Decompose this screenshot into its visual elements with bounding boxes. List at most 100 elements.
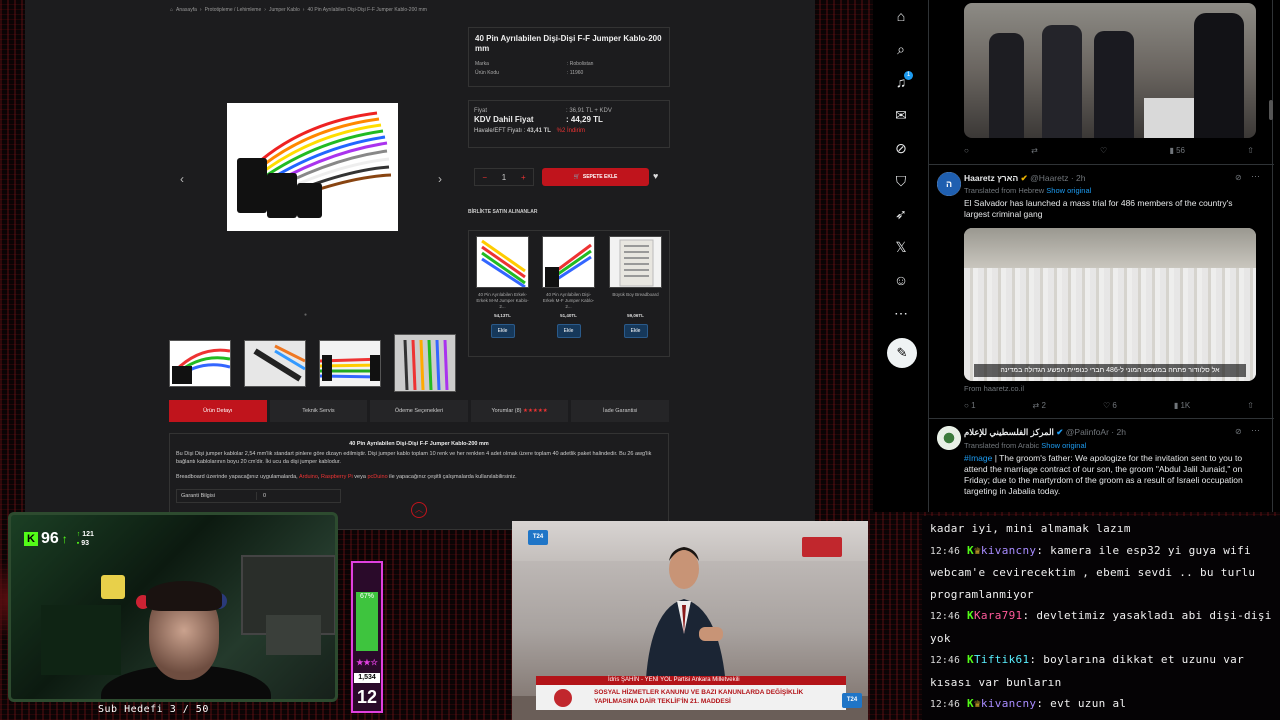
add-to-cart-button[interactable]: 🛒 SEPETE EKLE — [542, 168, 649, 186]
profile-icon[interactable]: ☺ — [887, 272, 915, 290]
chat-username[interactable]: kivancny — [981, 544, 1036, 557]
meter-level: 12 — [356, 687, 378, 707]
like-icon[interactable]: ♡ 6 — [1103, 401, 1117, 410]
bell-icon[interactable]: ♫ 1 — [887, 71, 915, 92]
kdv-label: KDV Dahil Fiyat — [474, 115, 534, 124]
qty-plus-button[interactable]: + — [521, 173, 526, 182]
brand-value[interactable]: : Robolistan — [567, 61, 593, 67]
scrollbar[interactable] — [1269, 100, 1273, 120]
rocket-icon[interactable]: ➶ — [887, 206, 915, 224]
breadcrumb-item[interactable]: Jumper Kablo — [269, 7, 300, 13]
bundle-image[interactable] — [476, 236, 529, 288]
qty-minus-button[interactable]: − — [482, 173, 487, 182]
tab-reviews-label: Yorumlar (8) — [491, 408, 522, 414]
bundle-price: 54,13TL — [494, 313, 511, 318]
thumbnail[interactable] — [169, 340, 231, 387]
chat-username[interactable]: Tiftik61 — [974, 653, 1029, 666]
share-icon[interactable]: ⇧ — [1247, 146, 1254, 155]
tab-payment-options[interactable]: Ödeme Seçenekleri — [370, 400, 468, 422]
message-icon[interactable]: ✉ — [887, 107, 915, 125]
bundle-image[interactable] — [609, 236, 662, 288]
compose-icon[interactable]: ✎ — [887, 338, 917, 368]
bundle-name[interactable]: Büyük Boy Breadboard — [609, 292, 662, 298]
bundle-add-button[interactable]: Ekle — [556, 324, 581, 338]
repost-icon[interactable]: ⇄ 2 — [1033, 401, 1046, 410]
tweet-photo[interactable] — [964, 3, 1256, 138]
bundle-price: 51,40TL — [560, 313, 577, 318]
bundle-add-button[interactable]: Ekle — [490, 324, 515, 338]
bundle-image[interactable] — [542, 236, 595, 288]
thumbnail[interactable] — [319, 340, 381, 387]
thumbnail[interactable] — [394, 334, 456, 392]
author-name[interactable]: Haaretz הארץ — [964, 173, 1018, 183]
grok-icon[interactable]: ⊘ — [887, 140, 915, 158]
product-image[interactable] — [227, 103, 398, 231]
home-icon[interactable]: ⌂ — [887, 8, 915, 26]
chevron-left-icon[interactable]: ‹ — [180, 172, 184, 186]
more-icon[interactable]: ⋯ — [1251, 425, 1260, 436]
chat-time: 12:46 — [930, 611, 961, 622]
show-original-link[interactable]: Show original — [1041, 441, 1086, 450]
link-raspberry-pi[interactable]: Raspberry Pi — [321, 474, 353, 480]
tweet-author[interactable]: المركز الفلسطيني للإعلام ✔ @PalinfoAr · … — [964, 427, 1126, 438]
scroll-top-button[interactable]: ︿ — [411, 502, 427, 518]
more-icon[interactable]: ⋯ — [1251, 171, 1260, 182]
tab-technical-service[interactable]: Teknik Servis — [269, 400, 368, 422]
show-original-link[interactable]: Show original — [1046, 186, 1091, 195]
reply-icon[interactable]: ○ 1 — [964, 401, 976, 410]
qty-value[interactable]: 1 — [502, 173, 506, 182]
reply-icon[interactable]: ○ — [964, 146, 969, 155]
tweet-photo[interactable]: אל סלוודור פתחה במשפט המוני ל-486 חברי כ… — [964, 228, 1256, 381]
tab-return-guarantee[interactable]: İade Garantisi — [571, 400, 669, 422]
x-icon[interactable]: 𝕏 — [887, 239, 915, 257]
hashtag-link[interactable]: #Image — [964, 453, 992, 463]
quantity-stepper: − 1 + — [474, 168, 534, 186]
chat-username[interactable]: kivancny — [981, 697, 1036, 710]
grok-icon[interactable]: ⊘ — [1235, 427, 1242, 436]
product-info-box: 40 Pin Ayrılabilen Dişi-Dişi F-F Jumper … — [468, 27, 670, 87]
shop-page: ⌂ Anasayfa › Prototipleme / Lehimleme › Ju… — [25, 0, 815, 530]
speaker-figure — [645, 547, 727, 699]
link-source[interactable]: From haaretz.co.il — [964, 384, 1024, 393]
bundle-box: 40 Pin Ayrılabilen Erkek-Erkek M-M Jumpe… — [468, 230, 670, 357]
chat-username[interactable]: Kara791 — [974, 609, 1022, 622]
share-icon[interactable]: ⇧ — [1247, 401, 1254, 410]
tab-reviews[interactable]: Yorumlar (8) ★★★★★ — [470, 400, 569, 422]
breadcrumb-item[interactable]: Anasayfa — [176, 7, 197, 13]
repost-icon[interactable]: ⇄ — [1031, 146, 1038, 155]
chat-message: 12:46 KTiftik61: boylarına dikkat et uzu… — [930, 653, 1244, 689]
kick-badge-icon: K — [967, 653, 974, 666]
tweet-author[interactable]: Haaretz הארץ ✔ @Haaretz · 2h — [964, 173, 1085, 184]
heart-icon[interactable]: ♥ — [653, 171, 658, 181]
grok-icon[interactable]: ⊘ — [1235, 173, 1242, 182]
bundle-name[interactable]: 40 Pin Ayrılabilen Dişi-Erkek M-F Jumper… — [542, 292, 595, 310]
chat-time: 12:46 — [930, 699, 961, 710]
add-to-cart-label: SEPETE EKLE — [582, 174, 618, 180]
brand-label: Marka — [475, 61, 489, 67]
views-icon[interactable]: ▮ 1K — [1174, 401, 1190, 410]
home-icon[interactable]: ⌂ — [170, 7, 173, 13]
bookmark-icon[interactable]: ⛉ — [887, 173, 915, 191]
thumbnail[interactable] — [244, 340, 306, 387]
repost-count: 2 — [1041, 401, 1046, 410]
more-icon[interactable]: ⋯ — [887, 305, 915, 323]
breadcrumb-item[interactable]: Prototipleme / Lehimleme — [205, 7, 262, 13]
cart-icon: 🛒 — [573, 174, 580, 180]
chevron-right-icon[interactable]: › — [438, 172, 442, 186]
search-icon[interactable]: ⌕ — [887, 41, 915, 59]
headline-line: SOSYAL HİZMETLER KANUNU VE BAZI KANUNLAR… — [594, 689, 804, 696]
link-pcduino[interactable]: pcDuino — [367, 474, 387, 480]
link-arduino[interactable]: Arduino — [299, 474, 318, 480]
like-icon[interactable]: ♡ — [1100, 146, 1107, 155]
chat-time: 12:46 — [930, 655, 961, 666]
avatar[interactable]: ה — [937, 172, 961, 196]
carousel-dot[interactable]: ● — [304, 312, 307, 318]
author-name[interactable]: المركز الفلسطيني للإعلام — [964, 427, 1054, 437]
tab-product-detail[interactable]: Ürün Detayı — [169, 400, 267, 422]
warranty-row: Garanti Bilgisi 0 — [176, 489, 341, 503]
bundle-add-button[interactable]: Ekle — [623, 324, 648, 338]
views-icon[interactable]: ▮ 56 — [1169, 146, 1185, 155]
avatar[interactable] — [937, 426, 961, 450]
breadcrumb: ⌂ Anasayfa › Prototipleme / Lehimleme › Ju… — [170, 7, 427, 13]
bundle-name[interactable]: 40 Pin Ayrılabilen Erkek-Erkek M-M Jumpe… — [476, 292, 529, 310]
